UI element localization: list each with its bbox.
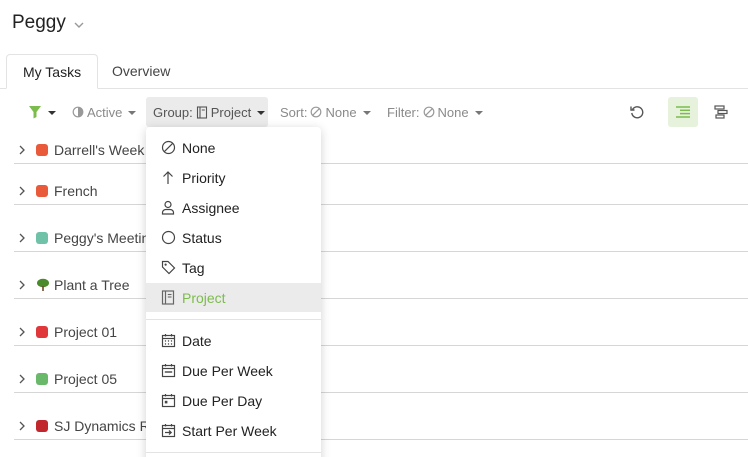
menu-item-priority[interactable]: Priority: [146, 163, 321, 192]
chevron-right-icon[interactable]: [14, 186, 30, 196]
color-square: [36, 420, 48, 432]
none-icon: [311, 106, 322, 118]
tag-icon: [160, 260, 176, 276]
project-name: Project 01: [54, 324, 118, 340]
list-item[interactable]: SJ Dynamics R: [14, 393, 748, 440]
list-item[interactable]: Project 05: [14, 346, 748, 393]
circle-icon: [160, 230, 176, 246]
menu-item-date[interactable]: Date: [146, 326, 321, 355]
caret-down-icon: [128, 111, 137, 115]
chevron-right-icon[interactable]: [14, 327, 30, 337]
arrow-up-icon: [160, 170, 176, 186]
menu-item-none[interactable]: None: [146, 133, 321, 162]
chevron-right-icon[interactable]: [14, 374, 30, 384]
menu-item-due-per-week[interactable]: Due Per Week: [146, 356, 321, 385]
list-item[interactable]: Project 01: [14, 299, 748, 346]
menu-item-start-per-week[interactable]: Start Per Week: [146, 416, 321, 445]
none-icon: [423, 106, 434, 118]
align-right-icon: [676, 106, 690, 118]
project-name: Plant a Tree: [54, 277, 130, 293]
menu-item-assignee[interactable]: Assignee: [146, 193, 321, 222]
notebook-icon: [196, 105, 207, 119]
calendar-day-icon: [160, 393, 176, 409]
caret-down-icon: [257, 111, 266, 115]
project-name: Peggy's Meetin: [54, 230, 150, 246]
sort-dropdown[interactable]: Sort: None: [280, 97, 371, 127]
caret-down-icon: [474, 111, 483, 115]
active-filter-dropdown[interactable]: Active: [72, 97, 137, 127]
active-label: Active: [87, 104, 123, 120]
chevron-right-icon[interactable]: [14, 233, 30, 243]
chevron-down-icon[interactable]: [72, 18, 86, 32]
project-name: French: [54, 183, 98, 199]
menu-item-status[interactable]: Status: [146, 223, 321, 252]
timeline-view-toggle[interactable]: [706, 97, 736, 127]
project-title-row[interactable]: Peggy: [12, 12, 86, 34]
calendar-week-icon: [160, 363, 176, 379]
menu-item-due-per-day[interactable]: Due Per Day: [146, 386, 321, 415]
color-square: [36, 373, 48, 385]
menu-item-project[interactable]: Project: [146, 283, 321, 312]
group-by-menu: None Priority Assignee Status Tag Projec…: [146, 127, 321, 457]
color-square: [36, 326, 48, 338]
menu-item-tag[interactable]: Tag: [146, 253, 321, 282]
notebook-icon: [160, 290, 176, 306]
toolbar: Active Group: Project Sort: None Filter:…: [0, 97, 748, 127]
list-view-toggle[interactable]: [668, 97, 698, 127]
filter-value: None: [437, 104, 469, 120]
sort-prefix: Sort:: [280, 104, 308, 120]
project-name: SJ Dynamics R: [54, 418, 150, 434]
chevron-right-icon[interactable]: [14, 421, 30, 431]
group-value: Project: [210, 104, 252, 120]
group-prefix: Group:: [153, 104, 193, 120]
filter-dropdown[interactable]: Filter: None: [387, 97, 483, 127]
tab-overview[interactable]: Overview: [96, 54, 186, 89]
project-name: Darrell's Week: [54, 142, 145, 158]
page-title: Peggy: [12, 12, 66, 33]
filter-funnel-button[interactable]: [28, 97, 56, 127]
sort-value: None: [325, 104, 357, 120]
tab-bar: My Tasks Overview: [0, 54, 748, 89]
person-icon: [160, 200, 176, 216]
caret-down-icon: [362, 111, 371, 115]
group-by-dropdown[interactable]: Group: Project: [146, 97, 268, 127]
project-name: Project 05: [54, 371, 118, 387]
refresh-button[interactable]: [622, 97, 652, 127]
calendar-start-icon: [160, 423, 176, 439]
menu-divider: [146, 319, 321, 320]
color-square: [36, 144, 48, 156]
tree-icon: [36, 278, 50, 292]
refresh-icon: [630, 106, 644, 119]
list-item[interactable]: Plant a Tree: [14, 252, 748, 299]
tab-my-tasks[interactable]: My Tasks: [6, 54, 99, 89]
color-square: [36, 185, 48, 197]
half-circle-icon: [72, 106, 84, 118]
chevron-right-icon[interactable]: [14, 145, 30, 155]
color-square: [36, 232, 48, 244]
calendar-icon: [160, 333, 176, 349]
list-item[interactable]: French: [14, 164, 748, 205]
caret-down-icon: [48, 111, 56, 115]
list-item[interactable]: Peggy's Meetin: [14, 205, 748, 252]
list-item[interactable]: Darrell's Week: [14, 127, 748, 164]
funnel-icon: [29, 106, 41, 119]
filter-prefix: Filter:: [387, 104, 420, 120]
menu-divider: [146, 452, 321, 453]
gantt-icon: [714, 105, 728, 119]
none-icon: [160, 140, 176, 156]
chevron-right-icon[interactable]: [14, 280, 30, 290]
